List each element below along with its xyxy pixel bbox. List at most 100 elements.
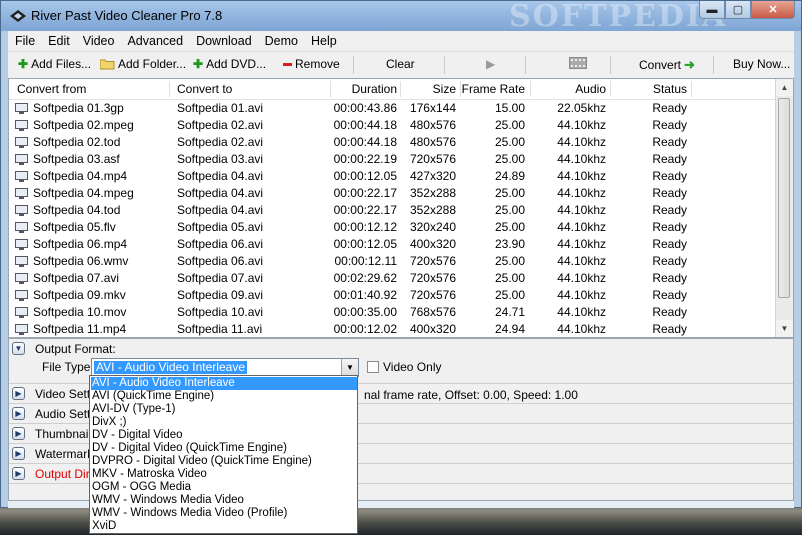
- dropdown-option[interactable]: DVPRO - Digital Video (QuickTime Engine): [91, 455, 357, 468]
- convert-button[interactable]: Convert ➜: [639, 57, 695, 73]
- expand-icon[interactable]: ▶: [12, 387, 25, 400]
- video-only-label[interactable]: Video Only: [383, 360, 441, 374]
- column-header-convert-to[interactable]: Convert to: [177, 82, 232, 96]
- table-row[interactable]: Softpedia 03.asf Softpedia 03.avi 00:00:…: [9, 150, 777, 167]
- output-directory-label: Output Dire: [35, 467, 97, 481]
- toolbar-separator: [444, 56, 445, 74]
- cell-convert-to: Softpedia 06.avi: [177, 237, 264, 251]
- cell-audio: 44.10khz: [557, 237, 606, 251]
- column-divider[interactable]: [400, 81, 401, 97]
- maximize-button[interactable]: ▢: [725, 1, 751, 19]
- title-bar[interactable]: River Past Video Cleaner Pro 7.8 SOFTPED…: [1, 0, 801, 34]
- softpedia-watermark: SOFTPEDIA: [509, 0, 728, 34]
- column-header-duration[interactable]: Duration: [352, 82, 397, 96]
- table-row[interactable]: Softpedia 04.tod Softpedia 04.avi 00:00:…: [9, 201, 777, 218]
- menu-download[interactable]: Download: [189, 34, 258, 48]
- table-row[interactable]: Softpedia 04.mp4 Softpedia 04.avi 00:00:…: [9, 167, 777, 184]
- column-divider[interactable]: [691, 81, 692, 97]
- table-row[interactable]: Softpedia 06.wmv Softpedia 06.avi 00:00:…: [9, 252, 777, 269]
- table-row[interactable]: Softpedia 07.avi Softpedia 07.avi 00:02:…: [9, 269, 777, 286]
- cell-convert-to: Softpedia 04.avi: [177, 186, 264, 200]
- table-row[interactable]: Softpedia 06.mp4 Softpedia 06.avi 00:00:…: [9, 235, 777, 252]
- close-button[interactable]: ✕: [751, 1, 795, 19]
- column-header-audio[interactable]: Audio: [575, 82, 606, 96]
- vertical-scrollbar[interactable]: ▲ ▼: [775, 79, 793, 337]
- remove-icon: [283, 62, 292, 66]
- clear-button[interactable]: Clear: [386, 57, 415, 71]
- column-header-frame-rate[interactable]: Frame Rate: [462, 82, 525, 96]
- play-button[interactable]: ▶: [486, 57, 495, 71]
- table-row[interactable]: Softpedia 02.mpeg Softpedia 02.avi 00:00…: [9, 116, 777, 133]
- dropdown-option[interactable]: DV - Digital Video: [91, 429, 357, 442]
- dropdown-option[interactable]: WMV - Windows Media Video (Profile): [91, 507, 357, 520]
- folder-icon: [100, 59, 115, 70]
- cell-frame-rate: 25.00: [494, 186, 525, 200]
- cell-duration: 00:00:44.18: [333, 118, 397, 132]
- table-row[interactable]: Softpedia 05.flv Softpedia 05.avi 00:00:…: [9, 218, 777, 235]
- dropdown-option[interactable]: WMV - Windows Media Video: [91, 494, 357, 507]
- minimize-button[interactable]: ▬: [699, 1, 725, 19]
- menu-advanced[interactable]: Advanced: [120, 34, 189, 48]
- dropdown-option[interactable]: XviD: [91, 520, 357, 533]
- output-format-label: Output Format:: [35, 342, 116, 356]
- cell-convert-from: Softpedia 07.avi: [33, 271, 120, 285]
- scroll-down-icon[interactable]: ▼: [776, 320, 793, 337]
- menu-help[interactable]: Help: [304, 34, 343, 48]
- table-row[interactable]: Softpedia 02.tod Softpedia 02.avi 00:00:…: [9, 133, 777, 150]
- dropdown-option[interactable]: DV - Digital Video (QuickTime Engine): [91, 442, 357, 455]
- column-header-convert-from[interactable]: Convert from: [17, 82, 86, 96]
- video-only-checkbox[interactable]: [367, 361, 379, 373]
- dropdown-option[interactable]: AVI - Audio Video Interleave: [91, 377, 357, 390]
- table-row[interactable]: Softpedia 10.mov Softpedia 10.avi 00:00:…: [9, 303, 777, 320]
- convert-label: Convert: [639, 58, 682, 72]
- menu-demo[interactable]: Demo: [258, 34, 304, 48]
- menu-video[interactable]: Video: [76, 34, 121, 48]
- expand-icon[interactable]: ▶: [12, 427, 25, 440]
- add-files-button[interactable]: ✚ Add Files...: [18, 57, 91, 71]
- column-header-status[interactable]: Status: [653, 82, 687, 96]
- remove-button[interactable]: Remove: [283, 57, 340, 71]
- column-divider[interactable]: [169, 81, 170, 97]
- expand-icon[interactable]: ▶: [12, 407, 25, 420]
- cell-convert-to: Softpedia 05.avi: [177, 220, 264, 234]
- menu-file[interactable]: File: [8, 34, 41, 48]
- column-divider[interactable]: [530, 81, 531, 97]
- add-folder-button[interactable]: Add Folder...: [100, 57, 186, 71]
- table-row[interactable]: Softpedia 11.mp4 Softpedia 11.avi 00:00:…: [9, 320, 777, 337]
- buy-now-button[interactable]: Buy Now...: [733, 57, 790, 71]
- file-type-dropdown-list[interactable]: AVI - Audio Video Interleave AVI (QuickT…: [89, 375, 358, 534]
- expand-icon[interactable]: ▶: [12, 467, 25, 480]
- cell-size: 720x576: [409, 271, 456, 285]
- cell-convert-to: Softpedia 02.avi: [177, 135, 264, 149]
- add-dvd-button[interactable]: ✚ Add DVD...: [193, 57, 266, 71]
- scrollbar-thumb[interactable]: [778, 98, 790, 298]
- dropdown-option[interactable]: DivX ;): [91, 416, 357, 429]
- file-list[interactable]: Convert from Convert to Duration Size Fr…: [8, 78, 794, 338]
- dropdown-option[interactable]: OGM - OGG Media: [91, 481, 357, 494]
- toolbar-separator: [353, 56, 354, 74]
- video-file-icon: [15, 137, 28, 148]
- video-file-icon: [15, 120, 28, 131]
- dropdown-option[interactable]: AVI-DV (Type-1): [91, 403, 357, 416]
- column-divider[interactable]: [330, 81, 331, 97]
- menu-edit[interactable]: Edit: [41, 34, 76, 48]
- table-row[interactable]: Softpedia 09.mkv Softpedia 09.avi 00:01:…: [9, 286, 777, 303]
- dropdown-option[interactable]: AVI (QuickTime Engine): [91, 390, 357, 403]
- column-header-size[interactable]: Size: [433, 82, 456, 96]
- cell-frame-rate: 23.90: [494, 237, 525, 251]
- cell-frame-rate: 25.00: [494, 152, 525, 166]
- chevron-down-icon[interactable]: ▼: [341, 359, 358, 376]
- cell-size: 352x288: [409, 203, 456, 217]
- collapse-icon[interactable]: ▼: [12, 342, 25, 355]
- scroll-up-icon[interactable]: ▲: [776, 79, 793, 96]
- table-row[interactable]: Softpedia 01.3gp Softpedia 01.avi 00:00:…: [9, 99, 777, 116]
- video-file-icon: [15, 273, 28, 284]
- cell-audio: 44.10khz: [557, 305, 606, 319]
- cell-status: Ready: [652, 220, 687, 234]
- expand-icon[interactable]: ▶: [12, 447, 25, 460]
- column-divider[interactable]: [610, 81, 611, 97]
- cell-convert-from: Softpedia 05.flv: [33, 220, 116, 234]
- table-row[interactable]: Softpedia 04.mpeg Softpedia 04.avi 00:00…: [9, 184, 777, 201]
- dropdown-option[interactable]: MKV - Matroska Video: [91, 468, 357, 481]
- preview-button[interactable]: [569, 57, 587, 69]
